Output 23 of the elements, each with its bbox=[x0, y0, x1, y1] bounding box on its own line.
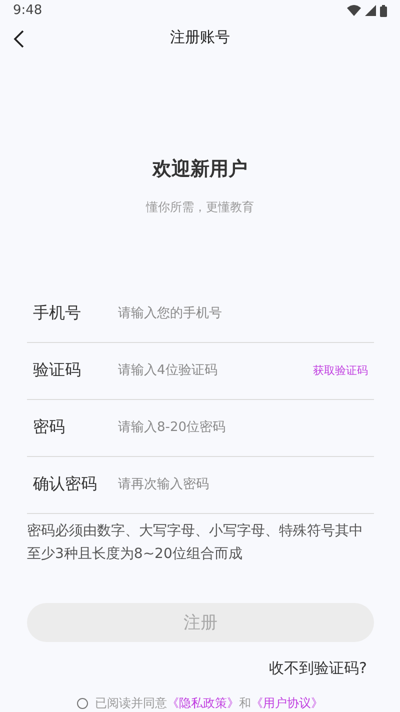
status-time: 9:48 bbox=[13, 3, 42, 18]
no-code-link[interactable]: 收不到验证码? bbox=[269, 659, 367, 678]
input-field[interactable]: 请输入8-20位密码 bbox=[118, 420, 374, 436]
battery-icon bbox=[380, 4, 387, 17]
wifi-icon bbox=[347, 5, 361, 16]
back-icon[interactable] bbox=[13, 30, 25, 48]
welcome-title: 欢迎新用户 bbox=[152, 156, 248, 182]
page-title: 注册账号 bbox=[170, 28, 230, 47]
privacy-policy-link[interactable]: 《隐私政策》 bbox=[167, 696, 239, 710]
input-field[interactable]: 请输入4位验证码 bbox=[118, 363, 313, 378]
user-agreement-link[interactable]: 《用户协议》 bbox=[251, 696, 323, 710]
agreement-text: 已阅读并同意《隐私政策》和《用户协议》 bbox=[95, 695, 323, 712]
field-label: 密码 bbox=[32, 417, 66, 438]
get-code-link[interactable]: 获取验证码 bbox=[313, 363, 368, 378]
input-field[interactable]: 请再次输入密码 bbox=[118, 477, 374, 492]
field-label: 确认密码 bbox=[32, 474, 98, 496]
welcome-subtitle: 懂你所需，更懂教育 bbox=[146, 198, 254, 216]
field-label: 手机号 bbox=[32, 303, 82, 324]
signal-icon bbox=[365, 5, 376, 16]
field-label: 验证码 bbox=[32, 360, 82, 382]
input-field[interactable]: 请输入您的手机号 bbox=[118, 306, 374, 322]
agree-radio[interactable] bbox=[77, 698, 88, 709]
password-hint: 密码必须由数字、大写字母、小写字母、特殊符号其中至少3种且长度为8~20位组合而成 bbox=[27, 522, 364, 564]
